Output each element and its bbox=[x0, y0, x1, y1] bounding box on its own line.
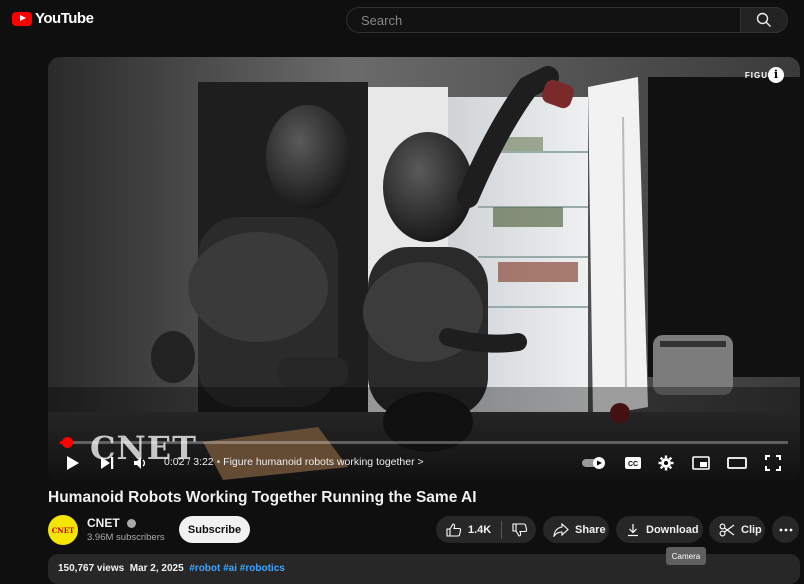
clip-label: Clip bbox=[741, 523, 762, 536]
thumbs-down-icon bbox=[512, 522, 528, 537]
like-divider bbox=[501, 520, 503, 539]
settings-icon bbox=[658, 455, 674, 471]
settings-button[interactable] bbox=[655, 450, 677, 476]
view-count: 150,767 views bbox=[58, 563, 125, 574]
download-button[interactable]: Download bbox=[616, 516, 703, 543]
like-button[interactable]: 1.4K bbox=[446, 522, 492, 537]
search-box bbox=[346, 7, 740, 33]
more-actions-button[interactable] bbox=[772, 516, 799, 543]
player-controls: 0:02 / 3:22 • Figure humanoid robots wor… bbox=[48, 450, 800, 476]
video-title: Humanoid Robots Working Together Running… bbox=[48, 489, 477, 506]
channel-name[interactable]: CNET bbox=[87, 516, 120, 530]
download-label: Download bbox=[646, 523, 699, 536]
chapter-title[interactable]: Figure humanoid robots working together bbox=[223, 456, 414, 468]
scrubber-handle[interactable] bbox=[62, 437, 73, 448]
search-icon bbox=[756, 12, 771, 27]
time-display: 0:02 / 3:22 • Figure humanoid robots wor… bbox=[164, 456, 424, 468]
hashtags[interactable]: #robot #ai #robotics bbox=[189, 563, 285, 574]
scissors-icon bbox=[719, 523, 735, 536]
duration: 3:22 bbox=[193, 456, 214, 468]
next-icon bbox=[101, 457, 114, 469]
fullscreen-button[interactable] bbox=[762, 450, 784, 476]
top-bar: YouTube bbox=[0, 0, 804, 40]
thumbs-up-icon bbox=[446, 522, 462, 537]
clip-button[interactable]: Clip bbox=[709, 516, 765, 543]
download-icon bbox=[628, 523, 638, 536]
tooltip: Camera bbox=[666, 547, 706, 565]
fullscreen-icon bbox=[765, 455, 781, 471]
theater-icon bbox=[727, 457, 747, 469]
avatar-text: CNET bbox=[51, 525, 75, 535]
miniplayer-button[interactable] bbox=[690, 450, 712, 476]
youtube-logo[interactable]: YouTube bbox=[12, 10, 94, 27]
description-meta: 150,767 views Mar 2, 2025 #robot #ai #ro… bbox=[58, 563, 285, 574]
channel-avatar[interactable]: CNET bbox=[48, 515, 78, 545]
autoplay-toggle-icon bbox=[582, 457, 605, 469]
next-button[interactable] bbox=[96, 450, 118, 476]
info-icon[interactable]: i bbox=[768, 67, 784, 83]
more-horizontal-icon bbox=[779, 528, 792, 531]
dislike-button[interactable] bbox=[512, 522, 528, 537]
verified-icon bbox=[127, 519, 137, 529]
subscribe-button[interactable]: Subscribe bbox=[179, 516, 250, 543]
share-icon bbox=[553, 522, 569, 537]
volume-button[interactable] bbox=[130, 450, 152, 476]
video-frame bbox=[48, 57, 800, 480]
logo-text: YouTube bbox=[35, 10, 94, 27]
theater-mode-button[interactable] bbox=[726, 450, 748, 476]
autoplay-toggle[interactable] bbox=[580, 450, 608, 476]
progress-bar[interactable] bbox=[60, 437, 788, 448]
current-time: 0:02 bbox=[164, 456, 185, 468]
subscriber-count: 3.96M subscribers bbox=[87, 532, 165, 543]
search-button[interactable] bbox=[740, 7, 788, 33]
channel-name-link[interactable]: CNET bbox=[87, 516, 137, 530]
like-dislike-group: 1.4K bbox=[436, 516, 536, 543]
like-count: 1.4K bbox=[468, 523, 492, 536]
captions-button[interactable]: CC bbox=[622, 450, 644, 476]
channel-watermark[interactable]: FIGU i bbox=[745, 67, 784, 83]
video-player[interactable]: FIGU i CNET 0:02 / 3:22 • Figure humanoi… bbox=[48, 57, 800, 480]
play-button[interactable] bbox=[62, 450, 84, 476]
chevron-right-icon[interactable]: > bbox=[418, 456, 424, 468]
volume-icon bbox=[134, 457, 146, 469]
upload-date: Mar 2, 2025 bbox=[129, 563, 184, 574]
share-label: Share bbox=[575, 523, 606, 536]
cc-icon: CC bbox=[625, 457, 641, 469]
miniplayer-icon bbox=[692, 456, 710, 470]
svg-text:CC: CC bbox=[628, 461, 638, 468]
youtube-logo-icon bbox=[12, 11, 32, 26]
brand-watermark-text: FIGU bbox=[744, 70, 768, 80]
play-icon bbox=[67, 456, 79, 470]
search-input[interactable] bbox=[359, 11, 728, 29]
share-button[interactable]: Share bbox=[543, 516, 609, 543]
